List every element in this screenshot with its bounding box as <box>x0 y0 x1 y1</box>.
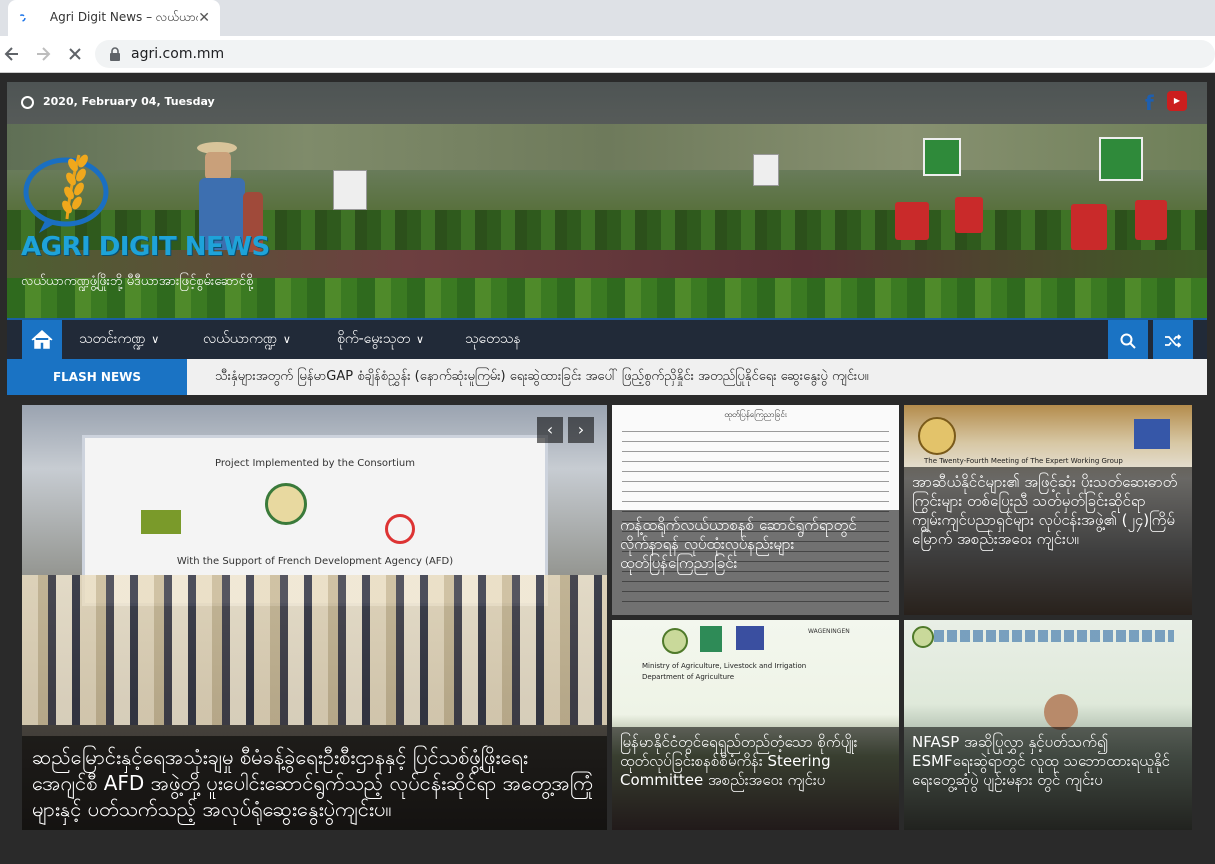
header-top-bar: 2020, February 04, Tuesday f ▶ <box>7 82 1207 124</box>
green-sign-board <box>923 138 961 176</box>
featured-slider[interactable]: Project Implemented by the Consortium Wi… <box>22 405 607 830</box>
banner-text: With the Support of French Development A… <box>176 556 454 567</box>
browser-tab-strip: Agri Digit News – လယ်ယာကဏ္ဍ ✕ <box>0 0 1215 36</box>
banner-text-lines <box>934 630 1174 642</box>
random-post-button[interactable] <box>1153 320 1193 359</box>
site-tagline: လယ်ယာကဏ္ဍဖွံ့ဖြိုးဘို့ မီဒီယာအားဖြင့်စွမ… <box>21 274 254 289</box>
current-date: 2020, February 04, Tuesday <box>43 95 215 108</box>
afd-logo <box>385 514 415 544</box>
partner-logo-label: WAGENINGEN <box>808 628 850 635</box>
red-bucket <box>955 197 983 233</box>
stop-loading-icon[interactable] <box>65 44 85 64</box>
post-caption[interactable]: ကန့်ထရိုက်လယ်ယာစနစ် ဆောင်ရွက်ရာတွင် လိုက… <box>612 510 899 615</box>
back-arrow-icon[interactable] <box>2 44 22 64</box>
header-banner: 2020, February 04, Tuesday f ▶ AGRI DIGI… <box>7 82 1207 318</box>
partner-logo <box>700 626 722 652</box>
search-button[interactable] <box>1108 320 1148 359</box>
partner-logo <box>141 510 181 534</box>
ministry-seal <box>662 628 688 654</box>
speaker-head <box>1044 694 1078 730</box>
white-sign-board <box>753 154 779 186</box>
chevron-down-icon: ∨ <box>151 333 160 346</box>
nav-item-label: သုတေသန <box>465 331 521 347</box>
nav-item-label: လယ်ယာကဏ္ဍ <box>203 331 277 347</box>
post-caption[interactable]: မြန်မာနိုင်ငံတွင်ရေရှည်တည်တံ့သော စိုက်ပျ… <box>612 727 899 830</box>
facebook-icon[interactable]: f <box>1145 91 1154 115</box>
main-navigation: သတင်းကဏ္ဍ ∨ လယ်ယာကဏ္ဍ ∨ စိုက်-မွေးသုတ ∨ သုတ… <box>7 318 1207 361</box>
document-heading: ထုတ်ပြန်ကြေညာခြင်း <box>724 410 787 419</box>
home-button[interactable] <box>22 320 62 359</box>
youtube-icon[interactable]: ▶ <box>1167 91 1187 111</box>
post-caption[interactable]: အာဆီယံနိုင်ငံများ၏ အဖြင့်ဆုံး ပိုးသတ်ဆေး… <box>904 467 1192 615</box>
featured-caption[interactable]: ဆည်မြောင်းနှင့်ရေအသုံးချမှု စီမံခန့်ခွဲရ… <box>22 736 607 830</box>
featured-post-contract-farming[interactable]: ထုတ်ပြန်ကြေညာခြင်း ကန့်ထရိုက်လယ်ယာစနစ် ဆ… <box>612 405 899 615</box>
banner-text: The Twenty-Fourth Meeting of The Expert … <box>924 457 1123 465</box>
forward-arrow-icon[interactable] <box>33 44 53 64</box>
search-icon <box>1120 333 1136 349</box>
red-bucket <box>895 202 929 240</box>
nav-item-farming-knowledge[interactable]: စိုက်-မွေးသုတ ∨ <box>337 320 424 359</box>
featured-post-steering-committee[interactable]: WAGENINGEN Ministry of Agriculture, Live… <box>612 620 899 830</box>
url-text: agri.com.mm <box>131 46 225 62</box>
farmer-head <box>205 152 231 180</box>
red-bucket <box>1071 204 1107 250</box>
lock-icon <box>110 47 120 61</box>
green-sign-board <box>1099 137 1143 181</box>
slider-next-button[interactable]: › <box>568 417 594 443</box>
chevron-down-icon: ∨ <box>282 333 291 346</box>
partner-logo <box>736 626 764 650</box>
department-seal <box>265 483 307 525</box>
flash-news-label: FLASH NEWS <box>7 359 187 395</box>
browser-toolbar: agri.com.mm <box>0 36 1215 73</box>
site-title[interactable]: AGRI DIGIT NEWS <box>21 232 270 262</box>
white-sign-board <box>333 170 367 210</box>
featured-post-nfasp-consultation[interactable]: NFASP အဆိုပြုလွှာ နှင့်ပတ်သက်၍ ESMFရေးဆွ… <box>904 620 1192 830</box>
chevron-down-icon: ∨ <box>415 333 425 346</box>
flash-news-bar: FLASH NEWS သီးနှံများအတွက် မြန်မာGAP စံခ… <box>7 359 1207 395</box>
banner-text: Department of Agriculture <box>642 673 735 681</box>
group-photo-people <box>22 575 607 725</box>
shuffle-icon <box>1165 333 1182 348</box>
address-bar[interactable]: agri.com.mm <box>95 40 1215 68</box>
close-icon[interactable]: ✕ <box>198 10 210 26</box>
clock-icon <box>21 96 34 109</box>
banner-text: Project Implemented by the Consortium <box>215 458 415 469</box>
department-seal <box>918 417 956 455</box>
nav-item-research[interactable]: သုတေသန <box>465 320 521 359</box>
nav-item-agriculture[interactable]: လယ်ယာကဏ္ဍ ∨ <box>203 320 291 359</box>
nav-item-label: စိုက်-မွေးသုတ <box>337 331 410 347</box>
nav-item-label: သတင်းကဏ္ဍ <box>79 331 146 347</box>
browser-tab[interactable]: Agri Digit News – လယ်ယာကဏ္ဍ ✕ <box>8 0 220 36</box>
flash-news-headline[interactable]: သီးနှံများအတွက် မြန်မာGAP စံချိန်စံညွှန်… <box>215 359 869 395</box>
banner-text: Ministry of Agriculture, Livestock and I… <box>642 662 807 670</box>
loading-icon <box>18 14 26 22</box>
post-caption[interactable]: NFASP အဆိုပြုလွှာ နှင့်ပတ်သက်၍ ESMFရေးဆွ… <box>904 727 1192 830</box>
red-bucket <box>1135 200 1167 240</box>
featured-post-asean-meeting[interactable]: The Twenty-Fourth Meeting of The Expert … <box>904 405 1192 615</box>
tab-title: Agri Digit News – လယ်ယာကဏ္ဍ <box>49 10 198 24</box>
ministry-seal <box>912 626 934 648</box>
nav-item-news[interactable]: သတင်းကဏ္ဍ ∨ <box>79 320 159 359</box>
site-logo[interactable] <box>21 147 121 237</box>
home-icon <box>31 329 53 349</box>
banner-background-trees <box>7 124 1207 170</box>
slider-prev-button[interactable]: ‹ <box>537 417 563 443</box>
asean-logo <box>1134 419 1170 449</box>
